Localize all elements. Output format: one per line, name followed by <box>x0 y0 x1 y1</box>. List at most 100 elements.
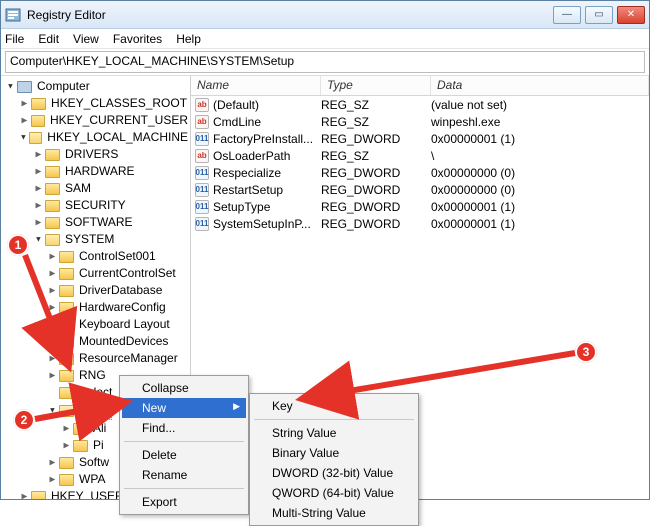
chevron-right-icon[interactable] <box>61 440 72 451</box>
column-header-type[interactable]: Type <box>321 76 431 95</box>
tree-node-hkcu[interactable]: HKEY_CURRENT_USER <box>19 112 190 129</box>
chevron-right-icon[interactable] <box>19 115 30 126</box>
value-name: RestartSetup <box>213 183 283 197</box>
tree-node-drvdb[interactable]: DriverDatabase <box>47 282 190 299</box>
value-type: REG_DWORD <box>321 217 431 231</box>
chevron-right-icon[interactable] <box>19 98 30 109</box>
tree-node-md[interactable]: MountedDevices <box>47 333 190 350</box>
tree-node-security[interactable]: SECURITY <box>33 197 190 214</box>
tree-node-software[interactable]: SOFTWARE <box>33 214 190 231</box>
tree-node-resmgr[interactable]: ResourceManager <box>47 350 190 367</box>
ctx-new-dword[interactable]: DWORD (32-bit) Value <box>252 463 416 483</box>
menu-view[interactable]: View <box>73 32 99 46</box>
folder-icon <box>59 474 74 486</box>
tree-node-hardware[interactable]: HARDWARE <box>33 163 190 180</box>
tree-label: HKEY_CURRENT_USER <box>48 112 190 129</box>
chevron-right-icon[interactable] <box>47 319 58 330</box>
folder-icon <box>59 251 74 263</box>
chevron-right-icon[interactable] <box>33 183 44 194</box>
list-item[interactable]: 011RespecializeREG_DWORD0x00000000 (0) <box>191 164 649 181</box>
chevron-right-icon[interactable] <box>33 217 44 228</box>
menu-help[interactable]: Help <box>176 32 201 46</box>
chevron-right-icon[interactable] <box>47 457 58 468</box>
tree-label: Ali <box>91 420 108 437</box>
ctx-find[interactable]: Find... <box>122 418 246 438</box>
list-item[interactable]: 011FactoryPreInstall...REG_DWORD0x000000… <box>191 130 649 147</box>
folder-icon <box>59 457 74 469</box>
tree-node-hwcfg[interactable]: HardwareConfig <box>47 299 190 316</box>
tree-label: CurrentControlSet <box>77 265 178 282</box>
folder-icon <box>31 115 45 127</box>
ctx-new-multistring[interactable]: Multi-String Value <box>252 503 416 523</box>
chevron-right-icon[interactable] <box>33 149 44 160</box>
tree-node-system[interactable]: SYSTEM <box>33 231 190 248</box>
tree-label: HardwareConfig <box>77 299 168 316</box>
folder-icon <box>59 387 74 399</box>
chevron-right-icon[interactable] <box>61 423 72 434</box>
dword-value-icon: 011 <box>195 217 209 231</box>
chevron-down-icon[interactable] <box>19 132 28 143</box>
column-header-data[interactable]: Data <box>431 76 649 95</box>
value-name: SystemSetupInP... <box>213 217 311 231</box>
folder-open-icon <box>29 132 42 144</box>
string-value-icon: ab <box>195 149 209 163</box>
tree-label: SOFTWARE <box>63 214 135 231</box>
menu-favorites[interactable]: Favorites <box>113 32 162 46</box>
maximize-button[interactable]: ▭ <box>585 6 613 24</box>
menu-file[interactable]: File <box>5 32 24 46</box>
ctx-new-qword[interactable]: QWORD (64-bit) Value <box>252 483 416 503</box>
list-item[interactable]: 011SystemSetupInP...REG_DWORD0x00000001 … <box>191 215 649 232</box>
chevron-right-icon[interactable] <box>47 370 58 381</box>
chevron-right-icon[interactable] <box>47 251 58 262</box>
list-item[interactable]: ab(Default)REG_SZ(value not set) <box>191 96 649 113</box>
ctx-new-binary[interactable]: Binary Value <box>252 443 416 463</box>
chevron-right-icon[interactable] <box>47 336 58 347</box>
chevron-down-icon[interactable] <box>5 81 16 92</box>
address-bar[interactable]: Computer\HKEY_LOCAL_MACHINE\SYSTEM\Setup <box>5 51 645 73</box>
list-item[interactable]: abOsLoaderPathREG_SZ\ <box>191 147 649 164</box>
window-title: Registry Editor <box>27 8 549 22</box>
ctx-new-key[interactable]: Key <box>252 396 416 416</box>
chevron-right-icon[interactable] <box>33 200 44 211</box>
list-item[interactable]: 011RestartSetupREG_DWORD0x00000000 (0) <box>191 181 649 198</box>
tree-node-hklm[interactable]: HKEY_LOCAL_MACHINE <box>19 129 190 146</box>
ctx-new-string[interactable]: String Value <box>252 423 416 443</box>
tree-node-sam[interactable]: SAM <box>33 180 190 197</box>
chevron-right-icon[interactable] <box>47 285 58 296</box>
ctx-new[interactable]: New <box>122 398 246 418</box>
chevron-right-icon[interactable] <box>19 491 30 499</box>
ctx-rename[interactable]: Rename <box>122 465 246 485</box>
close-button[interactable]: ✕ <box>617 6 645 24</box>
tree-label: Setup <box>77 401 112 420</box>
chevron-right-icon[interactable] <box>47 268 58 279</box>
chevron-right-icon[interactable] <box>47 302 58 313</box>
tree-node-hkcr[interactable]: HKEY_CLASSES_ROOT <box>19 95 190 112</box>
chevron-right-icon[interactable] <box>33 166 44 177</box>
value-name: FactoryPreInstall... <box>213 132 313 146</box>
list-item[interactable]: abCmdLineREG_SZwinpeshl.exe <box>191 113 649 130</box>
tree-label: DriverDatabase <box>77 282 164 299</box>
minimize-button[interactable]: — <box>553 6 581 24</box>
menu-edit[interactable]: Edit <box>38 32 59 46</box>
tree-node-ccs[interactable]: CurrentControlSet <box>47 265 190 282</box>
tree-node-cs001[interactable]: ControlSet001 <box>47 248 190 265</box>
tree-node-drivers[interactable]: DRIVERS <box>33 146 190 163</box>
dword-value-icon: 011 <box>195 166 209 180</box>
ctx-delete[interactable]: Delete <box>122 445 246 465</box>
tree-label: SYSTEM <box>63 231 116 248</box>
computer-icon <box>17 81 32 93</box>
chevron-down-icon[interactable] <box>33 234 44 245</box>
tree-label: Keyboard Layout <box>77 316 172 333</box>
chevron-down-icon[interactable] <box>47 405 58 416</box>
folder-icon <box>73 423 88 435</box>
value-type: REG_DWORD <box>321 166 431 180</box>
chevron-right-icon[interactable] <box>47 474 58 485</box>
tree-node-computer[interactable]: Computer <box>5 78 190 95</box>
column-header-name[interactable]: Name <box>191 76 321 95</box>
ctx-collapse[interactable]: Collapse <box>122 378 246 398</box>
list-item[interactable]: 011SetupTypeREG_DWORD0x00000001 (1) <box>191 198 649 215</box>
ctx-export[interactable]: Export <box>122 492 246 512</box>
chevron-right-icon[interactable] <box>47 353 58 364</box>
folder-icon <box>73 440 88 452</box>
tree-node-kbd[interactable]: Keyboard Layout <box>47 316 190 333</box>
